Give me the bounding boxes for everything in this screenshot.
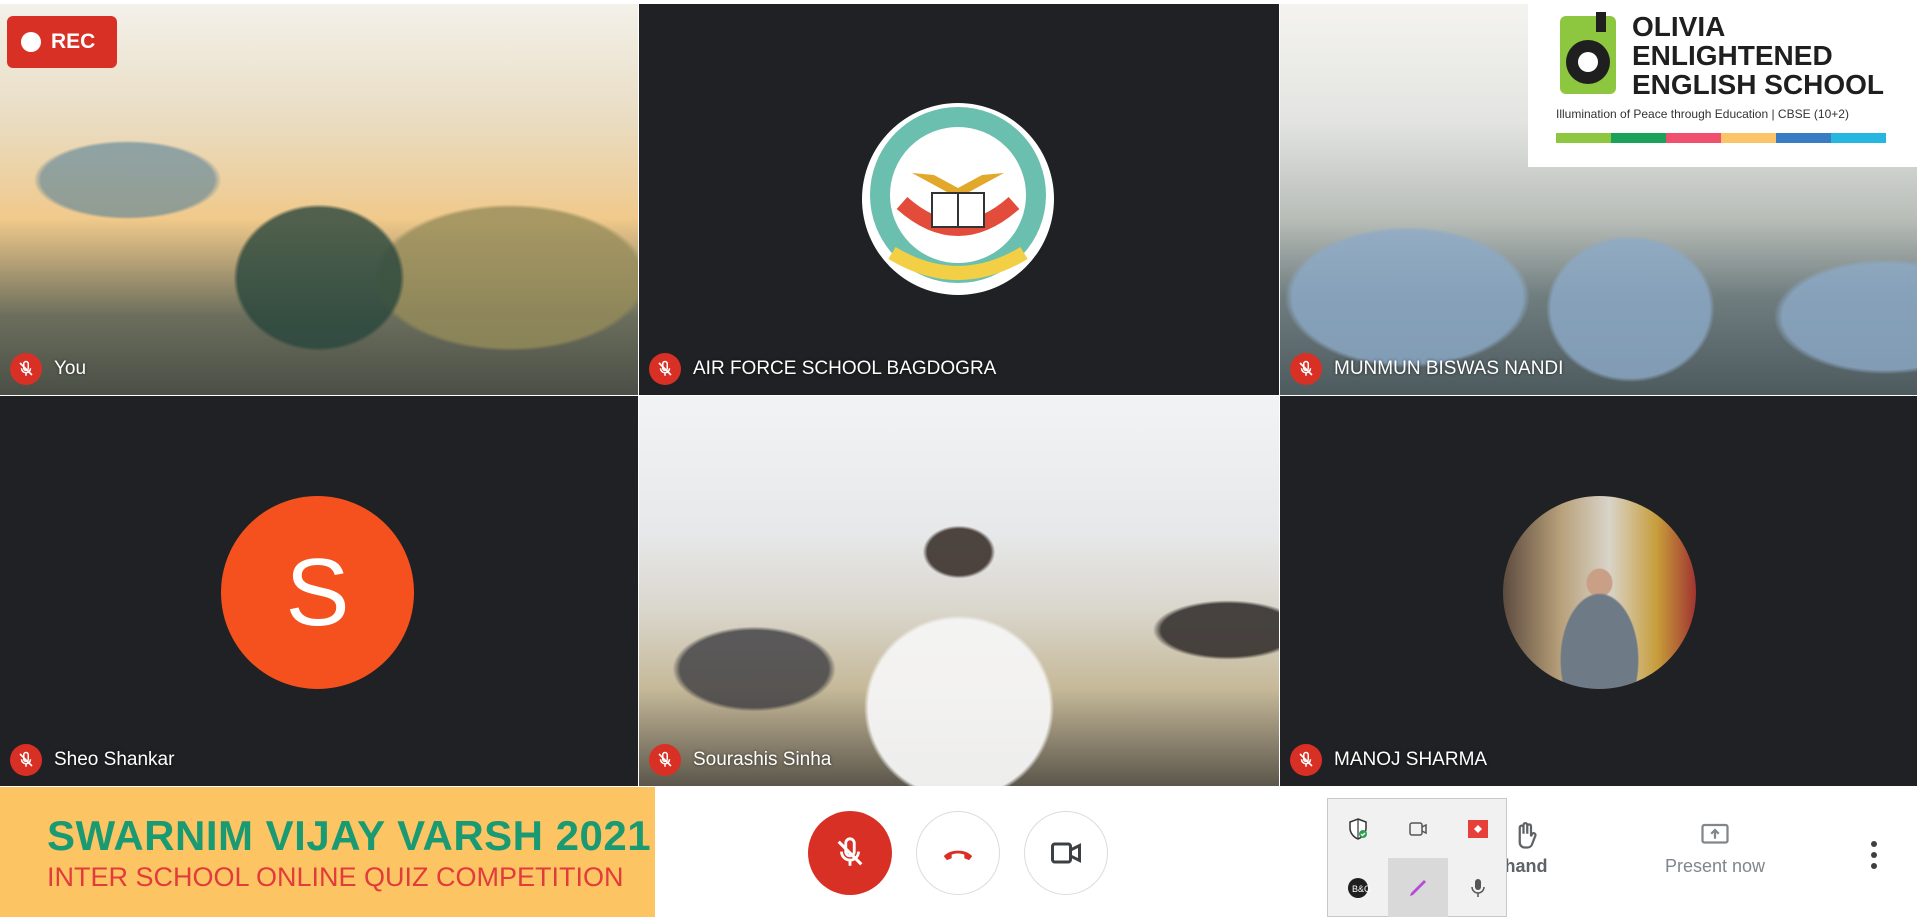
mic-off-icon <box>649 353 681 385</box>
mic-off-icon <box>10 744 42 776</box>
mic-off-icon <box>837 837 863 866</box>
participant-name: MUNMUN BISWAS NANDI <box>1334 358 1564 379</box>
participant-tile-you[interactable]: REC You <box>0 4 638 395</box>
video-camera-icon <box>1051 842 1081 864</box>
participant-tile-sourashis[interactable]: Sourashis Sinha <box>639 396 1279 786</box>
brand-line-1: OLIVIA <box>1632 11 1726 42</box>
brand-line-2: ENLIGHTENED <box>1632 40 1833 71</box>
mic-off-icon <box>1290 353 1322 385</box>
tray-audio-item[interactable]: B&O <box>1328 858 1388 917</box>
mic-off-icon <box>10 353 42 385</box>
tray-camera-item[interactable] <box>1388 799 1448 858</box>
profile-photo-avatar <box>1503 496 1696 689</box>
tray-mic-item[interactable] <box>1448 858 1508 917</box>
mic-toggle-button[interactable] <box>808 811 892 895</box>
participant-name: You <box>54 358 87 379</box>
avatar-initial: S <box>285 538 350 646</box>
audio-brand-icon: B&O <box>1348 877 1370 898</box>
recording-label: REC <box>51 30 96 53</box>
raise-hand-label: hand <box>1504 856 1548 876</box>
camera-toggle-button[interactable] <box>1024 811 1108 895</box>
more-dot-icon <box>1871 863 1877 869</box>
recording-badge: REC <box>7 16 117 68</box>
present-now-label: Present now <box>1664 856 1766 876</box>
microphone-icon <box>1471 878 1485 897</box>
mic-off-icon <box>1290 744 1322 776</box>
remote-desktop-icon <box>1468 819 1488 838</box>
letter-avatar: S <box>221 496 414 689</box>
brand-color-stripes <box>1556 133 1886 143</box>
banner-subtitle: INTER SCHOOL ONLINE QUIZ COMPETITION <box>47 861 624 892</box>
camera-app-icon <box>1409 821 1427 836</box>
participant-name: AIR FORCE SCHOOL BAGDOGRA <box>693 358 997 379</box>
hand-icon <box>1518 822 1537 849</box>
system-tray-popup: B&O <box>1327 798 1507 917</box>
tray-anydesk-item[interactable] <box>1448 799 1508 858</box>
more-options-button[interactable] <box>1862 835 1886 875</box>
present-screen-icon <box>1701 823 1729 844</box>
brand-line-3: ENGLISH SCHOOL <box>1632 69 1885 100</box>
more-dot-icon <box>1871 852 1877 858</box>
tray-security-item[interactable] <box>1328 799 1388 858</box>
tray-pen-item[interactable] <box>1388 858 1448 917</box>
school-logo-icon <box>1560 12 1616 94</box>
participant-name: MANOJ SHARMA <box>1334 749 1488 770</box>
brand-tagline: Illumination of Peace through Education … <box>1556 107 1849 121</box>
school-brand-card: OLIVIA ENLIGHTENED ENGLISH SCHOOL Illumi… <box>1528 0 1917 167</box>
svg-text:B&O: B&O <box>1352 884 1370 894</box>
hang-up-icon <box>943 850 973 861</box>
leave-call-button[interactable] <box>916 811 1000 895</box>
school-crest-avatar <box>862 103 1054 295</box>
mic-off-icon <box>649 744 681 776</box>
event-banner: SWARNIM VIJAY VARSH 2021 INTER SCHOOL ON… <box>0 787 655 917</box>
shield-check-icon <box>1349 817 1367 840</box>
participant-name: Sheo Shankar <box>54 749 175 770</box>
pen-icon <box>1410 879 1426 896</box>
present-now-button[interactable]: Present now <box>1655 820 1775 877</box>
more-dot-icon <box>1871 841 1877 847</box>
participant-name: Sourashis Sinha <box>693 749 832 770</box>
record-dot-icon <box>21 32 41 52</box>
banner-title: SWARNIM VIJAY VARSH 2021 <box>47 811 652 859</box>
